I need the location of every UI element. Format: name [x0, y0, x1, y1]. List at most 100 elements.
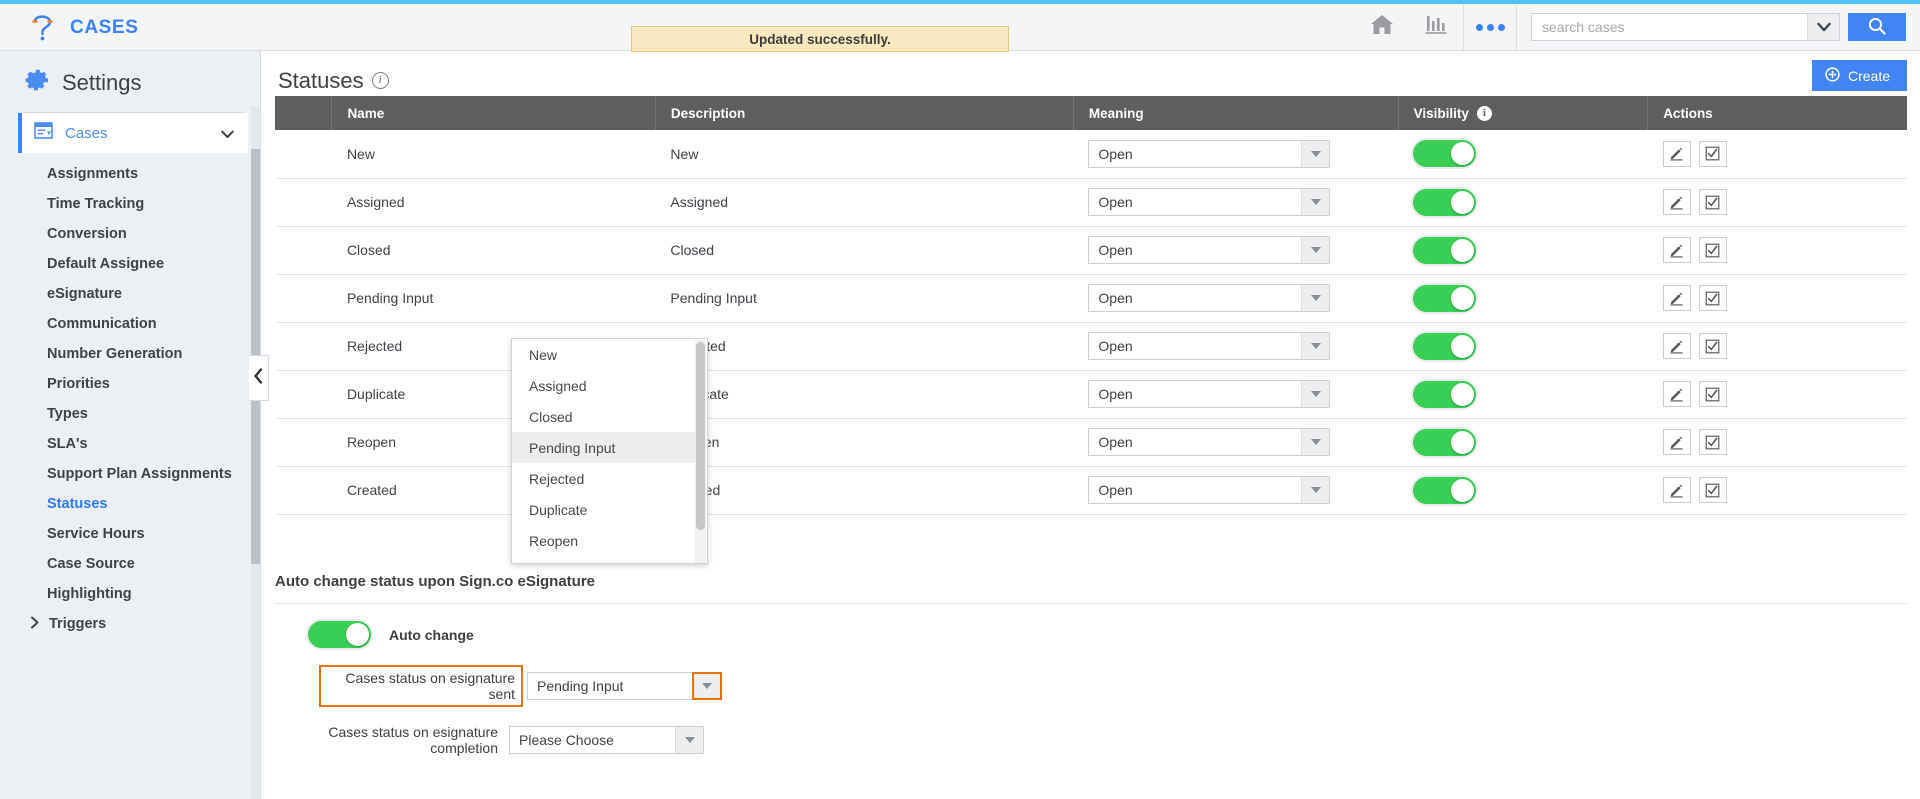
- meaning-select-arrow[interactable]: [1301, 285, 1330, 311]
- sidebar-item-conversion[interactable]: Conversion: [0, 219, 260, 249]
- dropdown-option[interactable]: Rejected: [512, 463, 698, 494]
- visibility-toggle[interactable]: [1413, 332, 1477, 360]
- column-header-description[interactable]: Description: [655, 96, 1074, 130]
- meaning-select-arrow[interactable]: [1301, 381, 1330, 407]
- meaning-select-arrow[interactable]: [1301, 140, 1330, 167]
- sidebar-item-time-tracking[interactable]: Time Tracking: [0, 189, 260, 219]
- triangle-down-icon: [1310, 391, 1321, 397]
- row-edit-button[interactable]: [1662, 237, 1691, 263]
- row-edit-button[interactable]: [1662, 333, 1691, 359]
- esignature-completion-select[interactable]: Please Choose: [509, 726, 704, 754]
- row-edit-button[interactable]: [1662, 429, 1691, 455]
- more-menu-button[interactable]: [1463, 4, 1517, 50]
- visibility-toggle[interactable]: [1413, 188, 1477, 216]
- sidebar-item-case-source[interactable]: Case Source: [0, 549, 260, 579]
- row-select-button[interactable]: [1698, 237, 1727, 263]
- dropdown-option[interactable]: Assigned: [512, 370, 698, 401]
- brand[interactable]: CASES: [26, 11, 138, 44]
- dropdown-scrollbar[interactable]: [695, 340, 706, 563]
- row-select-button[interactable]: [1698, 333, 1727, 359]
- search-submit-button[interactable]: [1848, 13, 1906, 41]
- row-spacer-cell: [275, 274, 332, 323]
- row-select-button[interactable]: [1698, 285, 1727, 311]
- visibility-toggle[interactable]: [1413, 476, 1477, 504]
- meaning-select-value: Open: [1098, 386, 1133, 402]
- meaning-select[interactable]: Open: [1088, 284, 1331, 312]
- meaning-select-arrow[interactable]: [1301, 429, 1330, 455]
- sidebar-item-esignature[interactable]: eSignature: [0, 279, 260, 309]
- meaning-select[interactable]: Open: [1088, 380, 1331, 408]
- row-select-button[interactable]: [1698, 429, 1727, 455]
- dropdown-option[interactable]: Reopen: [512, 525, 698, 556]
- esignature-sent-select[interactable]: Pending Input: [527, 672, 722, 700]
- visibility-toggle[interactable]: [1413, 428, 1477, 456]
- meaning-select-arrow[interactable]: [1301, 237, 1330, 263]
- sidebar-item-slas[interactable]: SLA's: [0, 429, 260, 459]
- column-header-meaning[interactable]: Meaning: [1073, 96, 1399, 130]
- triangle-down-icon: [684, 737, 695, 743]
- sidebar-section-cases[interactable]: Cases: [18, 113, 248, 153]
- home-button[interactable]: [1355, 4, 1409, 50]
- row-edit-button[interactable]: [1662, 140, 1691, 167]
- settings-title: Settings: [62, 69, 142, 95]
- sidebar-item-default-assignee[interactable]: Default Assignee: [0, 249, 260, 279]
- sidebar-item-triggers[interactable]: Triggers: [0, 609, 260, 639]
- row-edit-button[interactable]: [1662, 285, 1691, 311]
- pencil-icon: [1670, 196, 1683, 209]
- meaning-select[interactable]: Open: [1088, 188, 1331, 216]
- meaning-select-arrow[interactable]: [1301, 189, 1330, 215]
- meaning-select-arrow[interactable]: [1301, 477, 1330, 503]
- meaning-select-arrow[interactable]: [1301, 333, 1330, 359]
- sidebar-item-statuses[interactable]: Statuses: [0, 489, 260, 519]
- visibility-toggle[interactable]: [1413, 236, 1477, 264]
- row-select-button[interactable]: [1698, 477, 1727, 503]
- esignature-sent-select-arrow[interactable]: [692, 672, 722, 700]
- meaning-select[interactable]: Open: [1088, 332, 1331, 360]
- search-scope-dropdown[interactable]: [1807, 14, 1839, 40]
- meaning-select[interactable]: Open: [1088, 428, 1331, 456]
- sidebar-collapse-button[interactable]: [249, 355, 269, 401]
- row-select-button[interactable]: [1698, 189, 1727, 215]
- sidebar-item-service-hours[interactable]: Service Hours: [0, 519, 260, 549]
- meaning-select[interactable]: Open: [1088, 476, 1331, 504]
- pencil-icon: [1670, 388, 1683, 401]
- esignature-completion-label: Cases status on esignature completion: [328, 724, 498, 756]
- sidebar-item-number-generation[interactable]: Number Generation: [0, 339, 260, 369]
- sidebar-item-communication[interactable]: Communication: [0, 309, 260, 339]
- section-divider: [275, 603, 1907, 604]
- meaning-select[interactable]: Open: [1088, 139, 1331, 168]
- row-edit-button[interactable]: [1662, 189, 1691, 215]
- sidebar-item-types[interactable]: Types: [0, 399, 260, 429]
- triangle-down-icon: [1310, 343, 1321, 349]
- dropdown-scrollbar-thumb[interactable]: [696, 342, 705, 530]
- row-select-button[interactable]: [1698, 381, 1727, 407]
- page-title-info-icon[interactable]: i: [371, 72, 389, 89]
- column-header-name[interactable]: Name: [331, 96, 656, 130]
- reports-button[interactable]: [1409, 4, 1463, 50]
- visibility-toggle[interactable]: [1413, 284, 1477, 312]
- dropdown-option[interactable]: New: [512, 339, 698, 370]
- visibility-info-icon[interactable]: i: [1476, 105, 1492, 121]
- sidebar-item-assignments[interactable]: Assignments: [0, 159, 260, 189]
- visibility-toggle[interactable]: [1413, 380, 1477, 408]
- sidebar-scrollbar[interactable]: [251, 106, 260, 799]
- auto-change-toggle[interactable]: [308, 621, 371, 648]
- sidebar-item-highlighting[interactable]: Highlighting: [0, 579, 260, 609]
- create-button[interactable]: Create: [1811, 60, 1907, 91]
- dropdown-option[interactable]: Duplicate: [512, 494, 698, 525]
- meaning-select[interactable]: Open: [1088, 236, 1331, 264]
- search-input[interactable]: [1532, 14, 1807, 40]
- row-select-button[interactable]: [1698, 140, 1727, 167]
- status-dropdown-menu[interactable]: New Assigned Closed Pending Input Rejected Du…: [511, 338, 708, 564]
- column-header-visibility[interactable]: Visibility i: [1398, 96, 1649, 130]
- esignature-completion-select-arrow[interactable]: [675, 727, 703, 753]
- sidebar-item-label: SLA's: [47, 436, 88, 452]
- sidebar-item-support-plan-assignments[interactable]: Support Plan Assignments: [0, 459, 260, 489]
- dropdown-option[interactable]: Closed: [512, 401, 698, 432]
- triangle-down-icon: [1310, 295, 1321, 301]
- row-edit-button[interactable]: [1662, 477, 1691, 503]
- sidebar-item-priorities[interactable]: Priorities: [0, 369, 260, 399]
- visibility-toggle[interactable]: [1413, 140, 1477, 168]
- row-edit-button[interactable]: [1662, 381, 1691, 407]
- dropdown-option[interactable]: Pending Input: [512, 432, 698, 463]
